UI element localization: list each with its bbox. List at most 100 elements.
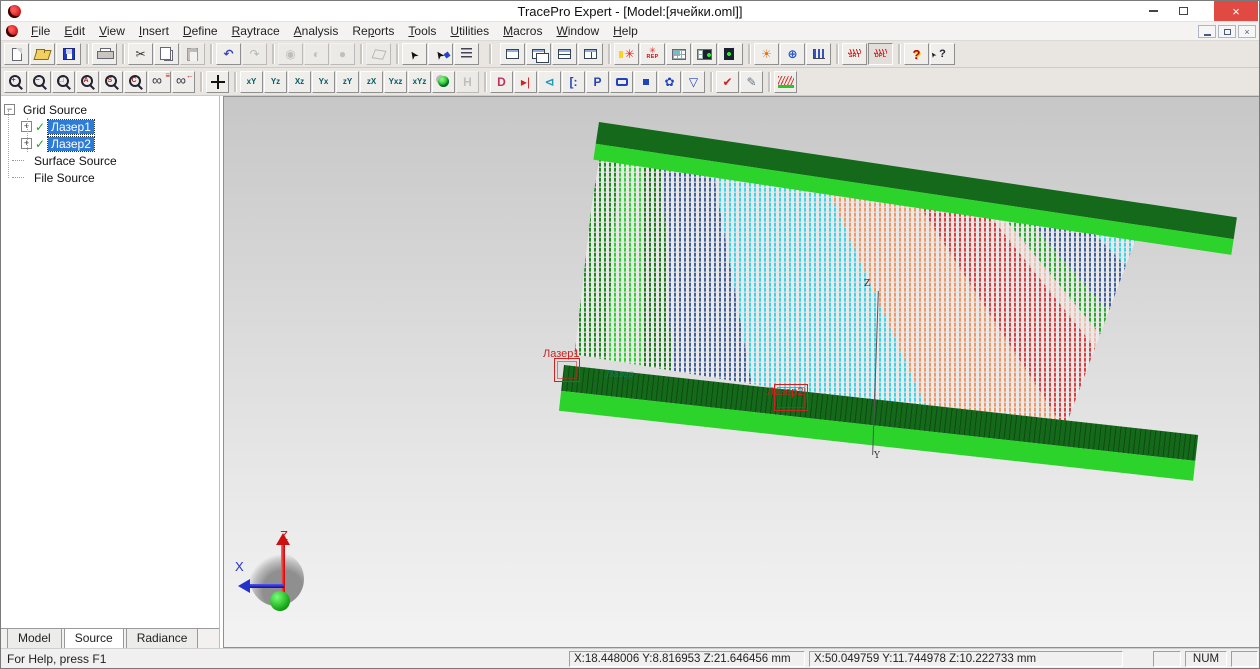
zoom-window-button[interactable]: □ xyxy=(52,71,75,93)
polar-candela-button[interactable]: ⊕ xyxy=(780,43,805,65)
cascade-windows-button[interactable] xyxy=(526,43,551,65)
tab-source[interactable]: Source xyxy=(64,629,124,649)
cut-button[interactable]: ✂ xyxy=(128,43,153,65)
save-button[interactable] xyxy=(56,43,81,65)
view-zx-button[interactable]: zX xyxy=(360,71,383,93)
view-yz-button[interactable]: Yz xyxy=(264,71,287,93)
select-button[interactable]: ➤ xyxy=(402,43,427,65)
open-button[interactable] xyxy=(30,43,55,65)
view-profiles-button[interactable]: ≡ xyxy=(148,71,171,93)
pan-button[interactable] xyxy=(206,71,229,93)
zoom-previous-button[interactable]: C xyxy=(124,71,147,93)
zoom-all-button[interactable]: A xyxy=(76,71,99,93)
ray-flag-button[interactable]: ⊲ xyxy=(538,71,561,93)
menu-item[interactable]: Tools xyxy=(401,22,443,40)
tree-item-3[interactable]: Surface Source xyxy=(4,152,219,169)
view-iso-1-button[interactable]: Yxz xyxy=(384,71,407,93)
minimize-button[interactable] xyxy=(1139,1,1167,21)
ray-filter-button[interactable]: ▽ xyxy=(682,71,705,93)
laser1-source-outline[interactable] xyxy=(554,358,580,382)
menu-item[interactable]: Raytrace xyxy=(225,22,287,40)
menu-item[interactable]: Window xyxy=(549,22,606,40)
candela-plot-button[interactable] xyxy=(806,43,831,65)
tree-item-4[interactable]: File Source xyxy=(4,169,219,186)
tree-item-2[interactable]: +✓Лазер2 xyxy=(21,135,219,152)
menu-item[interactable]: Analysis xyxy=(287,22,346,40)
print-button[interactable] xyxy=(92,43,117,65)
source-viewer-button[interactable]: ☀ xyxy=(754,43,779,65)
ray-segments-button[interactable]: [: xyxy=(562,71,585,93)
mdi-restore-button[interactable] xyxy=(1218,25,1236,38)
close-button[interactable]: × xyxy=(1214,1,1258,21)
mdi-close-button[interactable]: × xyxy=(1238,25,1256,38)
view-iso-2-button[interactable]: xYz xyxy=(408,71,431,93)
help-button[interactable]: ? xyxy=(904,43,929,65)
status-spacer xyxy=(1153,651,1181,667)
view-previous-button[interactable]: ← xyxy=(172,71,195,93)
source-enabled-check-icon[interactable]: ✓ xyxy=(35,120,45,134)
tile-horizontal-button[interactable] xyxy=(552,43,577,65)
orbit-button[interactable] xyxy=(432,71,455,93)
copy-button[interactable] xyxy=(154,43,179,65)
collapse-icon[interactable]: − xyxy=(4,104,15,115)
new-button[interactable] xyxy=(4,43,29,65)
simulation-srt-button[interactable]: SRT xyxy=(842,43,867,65)
menu-item[interactable]: Macros xyxy=(496,22,549,40)
zoom-in-button[interactable]: + xyxy=(4,71,27,93)
restore-button[interactable] xyxy=(1169,1,1197,21)
tile-vertical-button[interactable] xyxy=(578,43,603,65)
toolbar-separator xyxy=(200,72,202,92)
view-yx-button[interactable]: Yx xyxy=(312,71,335,93)
ray-style-button[interactable]: D xyxy=(490,71,513,93)
trace-rays-button[interactable] xyxy=(614,43,639,65)
undo-button[interactable]: ↶ xyxy=(216,43,241,65)
toolbar-separator xyxy=(710,72,712,92)
view-yx-icon: Yx xyxy=(319,78,329,86)
bounding-box-button[interactable] xyxy=(610,71,633,93)
context-help-button[interactable]: ? xyxy=(930,43,955,65)
mdi-minimize-button[interactable] xyxy=(1198,25,1216,38)
tree-item-0[interactable]: −Grid Source xyxy=(4,101,219,118)
object-notes-button[interactable] xyxy=(454,43,479,65)
zoom-previous-icon: C xyxy=(128,74,143,89)
view-xy-button[interactable]: xY xyxy=(240,71,263,93)
menu-item[interactable]: Edit xyxy=(57,22,92,40)
menu-item[interactable]: Utilities xyxy=(443,22,496,40)
model-viewport[interactable]: Лазер Лазер1 Лазер2 Z Y Z X xyxy=(223,96,1259,648)
simulation-dpl-button[interactable]: DPL xyxy=(868,43,893,65)
document-system-icon[interactable] xyxy=(6,25,18,37)
irradiance-options-button[interactable] xyxy=(666,43,691,65)
measure-button[interactable]: ✎ xyxy=(740,71,763,93)
select-rays-button[interactable]: ➤ xyxy=(428,43,453,65)
menu-item[interactable]: File xyxy=(24,22,57,40)
ray-paths-button[interactable]: P xyxy=(586,71,609,93)
point-marker-button[interactable] xyxy=(634,71,657,93)
tree-item-1[interactable]: +✓Лазер1 xyxy=(21,118,219,135)
menu-item[interactable]: View xyxy=(92,22,132,40)
irradiance-map-button[interactable] xyxy=(692,43,717,65)
tab-radiance[interactable]: Radiance xyxy=(126,629,199,649)
tab-model[interactable]: Model xyxy=(7,629,62,649)
tree-item-label: Лазер2 xyxy=(48,137,94,151)
new-window-button[interactable] xyxy=(500,43,525,65)
trace-rays-rep-button[interactable]: REP xyxy=(640,43,665,65)
view-xz-button[interactable]: Xz xyxy=(288,71,311,93)
analysis-rays-button[interactable] xyxy=(774,71,797,93)
source-enabled-check-icon[interactable]: ✓ xyxy=(35,137,45,151)
zoom-selection-button[interactable]: S xyxy=(100,71,123,93)
new-window-icon xyxy=(506,49,519,59)
triad-origin-ball-icon xyxy=(270,591,290,611)
menu-item[interactable]: Help xyxy=(606,22,645,40)
candela-options-button[interactable] xyxy=(718,43,743,65)
aperture-display-button[interactable]: ✿ xyxy=(658,71,681,93)
menu-item[interactable]: Reports xyxy=(345,22,401,40)
menu-item[interactable]: Insert xyxy=(132,22,176,40)
boolean-subtract-icon: ◐ xyxy=(313,48,320,60)
ray-endpoints-button[interactable]: ▸| xyxy=(514,71,537,93)
laser2-source-outline[interactable] xyxy=(774,384,808,411)
zoom-out-button[interactable]: − xyxy=(28,71,51,93)
apply-check-button[interactable]: ✔ xyxy=(716,71,739,93)
toolbar-separator xyxy=(234,72,236,92)
menu-item[interactable]: Define xyxy=(176,22,225,40)
view-zy-button[interactable]: zY xyxy=(336,71,359,93)
